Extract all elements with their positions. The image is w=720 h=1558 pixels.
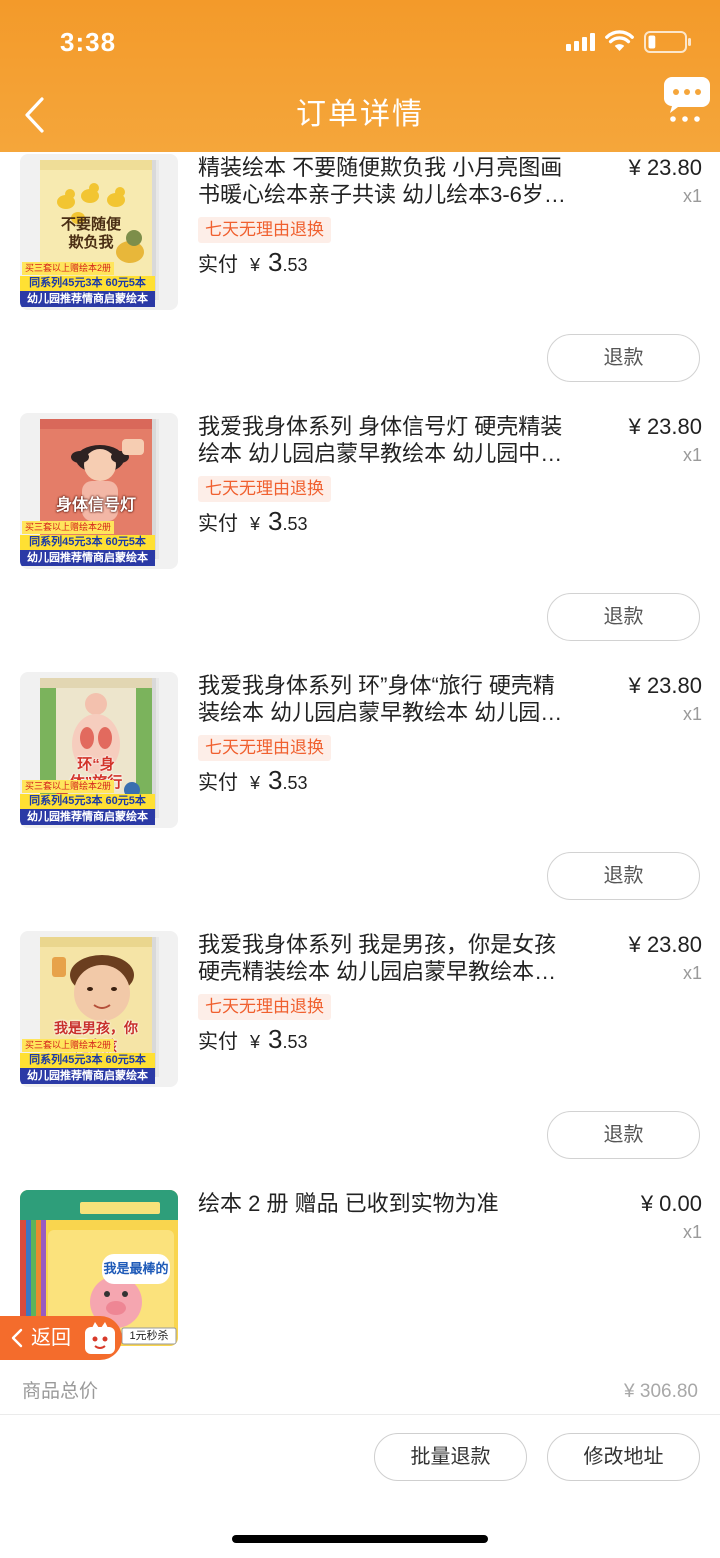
total-price-label: 商品总价 (22, 1381, 99, 1402)
return-policy-tag: 七天无理由退换 (198, 994, 331, 1020)
paid-currency: ¥ (250, 1032, 261, 1052)
batch-refund-button[interactable]: 批量退款 (374, 1433, 527, 1481)
paid-label: 实付 (198, 254, 238, 276)
page-title: 订单详情 (296, 98, 424, 131)
paid-fraction: .53 (282, 514, 308, 534)
mascot-icon (85, 1322, 115, 1354)
chevron-left-icon[interactable] (22, 96, 48, 134)
promo-banner: 幼儿园推荐情商启蒙绘本 (20, 1068, 155, 1084)
status-time: 3:38 (60, 27, 117, 57)
order-item[interactable]: 我是最棒的 1元秒杀 绘本 2 册 赠品 已收到实物为准 ¥ 0.00 x1 (0, 1190, 720, 1430)
battery-fill (648, 35, 656, 49)
product-title: 精装绘本 不要随便欺负我 小月亮图画 书暖心绘本亲子共读 幼儿绘本3-6岁… (198, 154, 598, 208)
paid-fraction: .53 (282, 1032, 308, 1052)
promo-tag: 买三套以上赠绘本2册 (22, 780, 115, 793)
quantity: x1 (682, 704, 702, 724)
paid-amount: 实付 ¥ 3 .53 (198, 1023, 308, 1055)
paid-label: 实付 (198, 1031, 238, 1053)
product-title: 绘本 2 册 赠品 已收到实物为准 (198, 1190, 598, 1217)
floating-back-button[interactable]: 返回 (0, 1316, 122, 1360)
product-title-line: 书暖心绘本亲子共读 幼儿绘本3-6岁… (198, 182, 566, 207)
product-title: 我爱我身体系列 我是男孩，你是女孩 硬壳精装绘本 幼儿园启蒙早教绘本… (198, 931, 598, 985)
order-item[interactable]: 我是男孩，你是女孩 买三套以上赠绘本2册 同系列45元3本 60元5本 幼儿园推… (0, 931, 720, 1171)
product-title: 我爱我身体系列 环”身体“旅行 硬壳精 装绘本 幼儿园启蒙早教绘本 幼儿园… (198, 672, 598, 726)
chevron-left-icon (11, 1328, 23, 1348)
signal-icon (566, 33, 595, 51)
promo-deal: 同系列45元3本 60元5本 (20, 1053, 155, 1068)
product-title-line: 精装绘本 不要随便欺负我 小月亮图画 (198, 155, 563, 180)
total-price-value: ¥ 306.80 (624, 1381, 698, 1402)
product-title-line: 绘本 幼儿园启蒙早教绘本 幼儿园中… (198, 441, 563, 466)
cover-title: 我是最棒的 (103, 1261, 169, 1276)
product-title-line: 硬壳精装绘本 幼儿园启蒙早教绘本… (198, 959, 557, 984)
chat-bubble-icon[interactable] (664, 75, 710, 123)
paid-integer: 3 (268, 506, 283, 536)
paid-integer: 3 (268, 247, 283, 277)
product-title: 我爱我身体系列 身体信号灯 硬壳精装 绘本 幼儿园启蒙早教绘本 幼儿园中… (198, 413, 598, 467)
paid-currency: ¥ (250, 514, 261, 534)
product-title-line: 绘本 2 册 赠品 已收到实物为准 (198, 1191, 499, 1216)
promo-tag: 买三套以上赠绘本2册 (22, 521, 115, 534)
paid-fraction: .53 (282, 773, 308, 793)
change-address-button[interactable]: 修改地址 (547, 1433, 700, 1481)
paid-amount: 实付 ¥ 3 .53 (198, 505, 308, 537)
paid-currency: ¥ (250, 255, 261, 275)
paid-label: 实付 (198, 772, 238, 794)
refund-button[interactable]: 退款 (547, 1111, 700, 1159)
product-title-line: 装绘本 幼儿园启蒙早教绘本 幼儿园… (198, 700, 563, 725)
return-policy-tag: 七天无理由退换 (198, 476, 331, 502)
unit-price: ¥ 23.80 (628, 155, 702, 180)
unit-price: ¥ 23.80 (628, 932, 702, 957)
promo-deal: 同系列45元3本 60元5本 (20, 794, 155, 809)
product-title-line: 我爱我身体系列 环”身体“旅行 硬壳精 (198, 673, 555, 698)
promo-deal: 同系列45元3本 60元5本 (20, 535, 155, 550)
promo-banner: 幼儿园推荐情商启蒙绘本 (20, 291, 155, 307)
quantity: x1 (682, 1222, 702, 1242)
quantity: x1 (682, 445, 702, 465)
product-thumbnail: 环“身体”旅行 买三套以上赠绘本2册 同系列45元3本 60元5本 幼儿园推荐情… (20, 672, 178, 828)
refund-button[interactable]: 退款 (547, 334, 700, 382)
quantity: x1 (682, 963, 702, 983)
cover-title: 不要随便欺负我 (60, 216, 121, 251)
promo-deal: 同系列45元3本 60元5本 (20, 276, 155, 291)
paid-amount: 实付 ¥ 3 .53 (198, 246, 308, 278)
divider (0, 1414, 720, 1415)
floating-back-label: 返回 (31, 1327, 71, 1349)
paid-amount: 实付 ¥ 3 .53 (198, 764, 308, 796)
paid-integer: 3 (268, 1024, 283, 1054)
app-header: 3:38 订单详情 (0, 0, 720, 152)
promo-tag: 买三套以上赠绘本2册 (22, 1039, 115, 1052)
product-thumbnail: 不要随便欺负我 买三套以上赠绘本2册 同系列45元3本 60元5本 幼儿园推荐情… (20, 154, 178, 310)
promo-banner: 幼儿园推荐情商启蒙绘本 (20, 550, 155, 566)
return-policy-tag: 七天无理由退换 (198, 217, 331, 243)
cover-title: 身体信号灯 (55, 497, 136, 514)
paid-currency: ¥ (250, 773, 261, 793)
order-item[interactable]: 不要随便欺负我 买三套以上赠绘本2册 同系列45元3本 60元5本 幼儿园推荐情… (0, 154, 720, 394)
unit-price: ¥ 23.80 (628, 414, 702, 439)
quantity: x1 (682, 186, 702, 206)
product-thumbnail: 我是男孩，你是女孩 买三套以上赠绘本2册 同系列45元3本 60元5本 幼儿园推… (20, 931, 178, 1087)
order-item[interactable]: 环“身体”旅行 买三套以上赠绘本2册 同系列45元3本 60元5本 幼儿园推荐情… (0, 672, 720, 912)
paid-integer: 3 (268, 765, 283, 795)
product-title-line: 我爱我身体系列 我是男孩，你是女孩 (198, 932, 557, 957)
promo-tag: 买三套以上赠绘本2册 (22, 262, 115, 275)
order-item[interactable]: 身体信号灯 买三套以上赠绘本2册 同系列45元3本 60元5本 幼儿园推荐情商启… (0, 413, 720, 653)
unit-price: ¥ 0.00 (640, 1191, 702, 1216)
product-thumbnail: 身体信号灯 买三套以上赠绘本2册 同系列45元3本 60元5本 幼儿园推荐情商启… (20, 413, 178, 569)
unit-price: ¥ 23.80 (628, 673, 702, 698)
paid-label: 实付 (198, 513, 238, 535)
wifi-icon (605, 30, 634, 51)
promo-badge: 1元秒杀 (129, 1330, 169, 1342)
home-indicator[interactable] (232, 1535, 488, 1543)
product-title-line: 我爱我身体系列 身体信号灯 硬壳精装 (198, 414, 563, 439)
promo-banner: 幼儿园推荐情商启蒙绘本 (20, 809, 155, 825)
refund-button[interactable]: 退款 (547, 593, 700, 641)
return-policy-tag: 七天无理由退换 (198, 735, 331, 761)
refund-button[interactable]: 退款 (547, 852, 700, 900)
paid-fraction: .53 (282, 255, 308, 275)
battery-icon (644, 31, 691, 53)
